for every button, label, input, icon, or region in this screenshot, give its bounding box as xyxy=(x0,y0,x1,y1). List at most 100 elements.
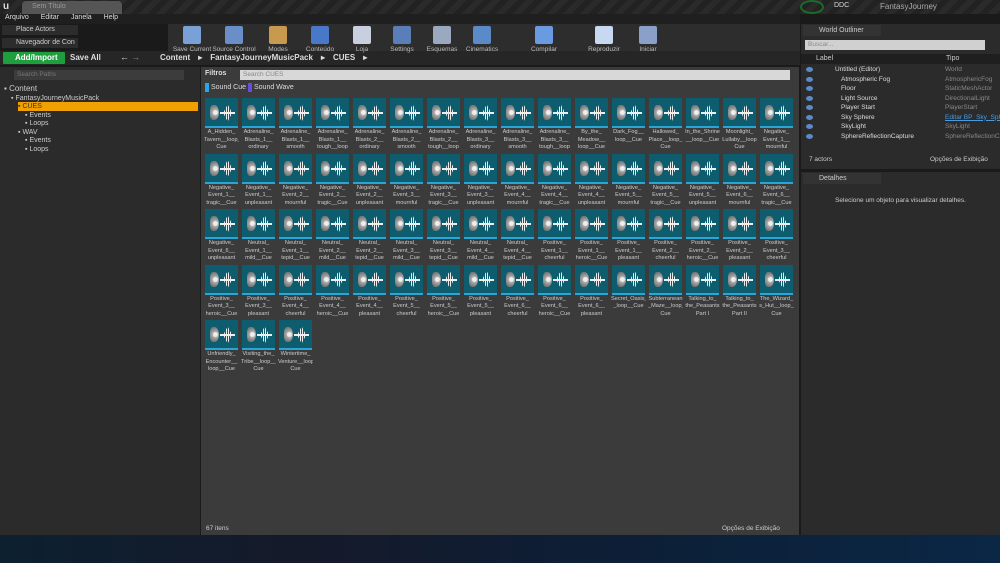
asset-tile[interactable]: Positive_ Event_4__ cheerful xyxy=(278,264,313,319)
asset-tile[interactable]: Negative_ Event_4__ unpleasant xyxy=(574,153,609,208)
filter-chip-sound-cue[interactable]: Sound Cue xyxy=(205,83,246,92)
asset-tile[interactable]: Positive_ Event_6__ pleasant xyxy=(574,264,609,319)
asset-tile[interactable]: Visiting_the_ Tribe__loop__ Cue xyxy=(241,320,276,374)
asset-tile[interactable]: Positive_ Event_3__ heroic__Cue xyxy=(204,264,239,319)
tab-details[interactable]: Detalhes xyxy=(803,173,881,184)
asset-tile[interactable]: Negative_ Event_1__ unpleasant xyxy=(241,153,276,208)
visibility-eye-icon[interactable] xyxy=(806,114,813,120)
asset-tile[interactable]: Negative_ Event_6__ unpleasant xyxy=(204,209,239,263)
view-options-button[interactable]: Opções de Exibição xyxy=(722,525,780,532)
toolbar-button-3[interactable]: Conteúdo xyxy=(298,26,342,53)
asset-tile[interactable]: Unfriendly_ Encounter__ loop__Cue xyxy=(204,320,239,374)
outliner-search-input[interactable]: Buscar... xyxy=(805,40,985,50)
asset-tile[interactable]: Talking_to_ the_Peasants Part II xyxy=(722,264,757,319)
folder-content[interactable]: ▪ Content xyxy=(4,84,37,93)
save-all-button[interactable]: Save All xyxy=(70,52,101,64)
outliner-row[interactable]: Untitled (Editor) World xyxy=(801,65,1000,74)
asset-tile[interactable]: Negative_ Event_5__ tragic__Cue xyxy=(648,153,683,208)
filter-chip-sound-wave[interactable]: Sound Wave xyxy=(248,83,294,92)
breadcrumb-content[interactable]: Content xyxy=(160,52,190,64)
ddc-button[interactable]: DDC xyxy=(834,2,849,9)
asset-tile[interactable]: Negative_ Event_1__ mournful xyxy=(759,98,794,152)
asset-tile[interactable]: By_the_ Meadow__ loop__Cue xyxy=(574,98,609,152)
asset-tile[interactable]: Negative_ Event_2__ mournful xyxy=(278,153,313,208)
search-assets-input[interactable]: Search CUES xyxy=(240,70,790,80)
visibility-eye-icon[interactable] xyxy=(806,124,813,129)
asset-tile[interactable]: Dark_Fog__ loop__Cue xyxy=(611,98,646,144)
asset-tile[interactable]: Negative_ Event_1__ tragic__Cue xyxy=(204,153,239,208)
outliner-row[interactable]: Sky SphereEditar BP_Sky_Sphere xyxy=(801,113,1000,122)
asset-tile[interactable]: Neutral_ Event_4__ mild__Cue xyxy=(463,209,498,263)
outliner-row[interactable]: Floor StaticMeshActor xyxy=(801,84,1000,93)
asset-tile[interactable]: Positive_ Event_3__ cheerful xyxy=(759,209,794,263)
asset-tile[interactable]: Positive_ Event_1__ heroic__Cue xyxy=(574,209,609,263)
visibility-eye-icon[interactable] xyxy=(806,105,813,110)
asset-tile[interactable]: Neutral_ Event_4__ tepid__Cue xyxy=(500,209,535,263)
asset-tile[interactable]: Positive_ Event_5__ cheerful xyxy=(389,264,424,319)
breadcrumb-pack[interactable]: FantasyJourneyMusicPack xyxy=(210,52,313,64)
asset-tile[interactable]: Positive_ Event_2__ heroic__Cue xyxy=(685,209,720,263)
forward-arrow-icon[interactable]: → xyxy=(131,52,140,62)
asset-tile[interactable]: Negative_ Event_2__ tragic__Cue xyxy=(315,153,350,208)
asset-tile[interactable]: Positive_ Event_1__ cheerful xyxy=(537,209,572,263)
asset-tile[interactable]: Negative_ Event_3__ unpleasant xyxy=(463,153,498,208)
outliner-view-options[interactable]: Opções de Exibição xyxy=(930,156,988,163)
toolbar-button-0[interactable]: Save Current xyxy=(170,26,214,53)
asset-tile[interactable]: Adrenaline_ Blasts_1__ ordinary xyxy=(241,98,276,152)
filters-button[interactable]: Filtros xyxy=(205,70,226,77)
outliner-row[interactable]: SkyLight SkyLight xyxy=(801,122,1000,131)
asset-tile[interactable]: Negative_ Event_3__ tragic__Cue xyxy=(426,153,461,208)
asset-tile[interactable]: Talking_to_ the_Peasants Part I xyxy=(685,264,720,319)
visibility-eye-icon[interactable] xyxy=(806,67,813,72)
toolbar-button-7[interactable]: Cinematics xyxy=(460,26,504,53)
asset-tile[interactable]: Positive_ Event_6__ heroic__Cue xyxy=(537,264,572,319)
asset-tile[interactable]: Positive_ Event_4__ heroic__Cue xyxy=(315,264,350,319)
visibility-eye-icon[interactable] xyxy=(806,76,813,82)
asset-tile[interactable]: Neutral_ Event_2__ mild__Cue xyxy=(315,209,350,263)
asset-tile[interactable]: Negative_ Event_4__ mournful xyxy=(500,153,535,208)
asset-tile[interactable]: Positive_ Event_5__ heroic__Cue xyxy=(426,264,461,319)
toolbar-button-10[interactable]: Iniciar xyxy=(626,26,670,53)
add-import-button[interactable]: Add/Import xyxy=(3,52,65,64)
asset-tile[interactable]: A_Hidden_ Tavern__loop_ Cue xyxy=(204,98,239,152)
tab-world-outliner[interactable]: World Outliner xyxy=(803,25,881,36)
asset-tile[interactable]: Secret_Oasis_ _loop__Cue xyxy=(611,264,646,311)
menu-arquivo[interactable]: Arquivo xyxy=(5,14,29,24)
column-type[interactable]: Tipo xyxy=(946,55,959,62)
asset-tile[interactable]: Moonlight_ Lullaby__loop Cue xyxy=(722,98,757,152)
back-arrow-icon[interactable]: ← xyxy=(120,52,129,62)
asset-tile[interactable]: Adrenaline_ Blasts_2__ smooth xyxy=(389,98,424,152)
asset-tile[interactable]: In_the_Shrine __loop__Cue xyxy=(685,98,720,144)
asset-tile[interactable]: Negative_ Event_5__ unpleasant xyxy=(685,153,720,208)
asset-tile[interactable]: Hallowed_ Place__loop_ Cue xyxy=(648,98,683,152)
asset-tile[interactable]: Adrenaline_ Blasts_3__ ordinary xyxy=(463,98,498,152)
outliner-row[interactable]: Light Source DirectionalLight xyxy=(801,94,1000,103)
toolbar-button-8[interactable]: Compilar xyxy=(522,26,566,53)
asset-tile[interactable]: Adrenaline_ Blasts_3__ smooth xyxy=(500,98,535,152)
asset-tile[interactable]: Subterranean _Maze__loop_ Cue xyxy=(648,264,683,319)
menu-help[interactable]: Help xyxy=(104,14,118,24)
tab-place-actors[interactable]: Place Actors xyxy=(2,25,78,35)
asset-tile[interactable]: Neutral_ Event_3__ mild__Cue xyxy=(389,209,424,263)
asset-tile[interactable]: Negative_ Event_6__ tragic__Cue xyxy=(759,153,794,208)
asset-tile[interactable]: Positive_ Event_3__ pleasant xyxy=(241,264,276,319)
asset-tile[interactable]: Positive_ Event_4__ pleasant xyxy=(352,264,387,319)
asset-tile[interactable]: Negative_ Event_3__ mournful xyxy=(389,153,424,208)
toolbar-button-4[interactable]: Loja xyxy=(340,26,384,53)
tab-content-browser[interactable]: Navegador de Con xyxy=(2,38,78,48)
visibility-eye-icon[interactable] xyxy=(806,133,813,139)
asset-tile[interactable]: Negative_ Event_4__ tragic__Cue xyxy=(537,153,572,208)
asset-tile[interactable]: Negative_ Event_2__ unpleasant xyxy=(352,153,387,208)
visibility-eye-icon[interactable] xyxy=(806,86,813,91)
asset-tile[interactable]: Neutral_ Event_3__ tepid__Cue xyxy=(426,209,461,263)
asset-tile[interactable]: Positive_ Event_2__ pleasant xyxy=(722,209,757,263)
asset-tile[interactable]: Positive_ Event_6__ cheerful xyxy=(500,264,535,319)
visibility-eye-icon[interactable] xyxy=(806,95,813,101)
asset-tile[interactable]: Neutral_ Event_2__ tepid__Cue xyxy=(352,209,387,263)
asset-tile[interactable]: Positive_ Event_2__ cheerful xyxy=(648,209,683,263)
asset-tile[interactable]: Adrenaline_ Blasts_1__ smooth xyxy=(278,98,313,152)
outliner-row[interactable]: Atmospheric Fog AtmosphericFog xyxy=(801,75,1000,84)
toolbar-button-1[interactable]: Source Control xyxy=(212,26,256,53)
asset-tile[interactable]: Adrenaline_ Blasts_1__ tough__loop xyxy=(315,98,350,152)
asset-tile[interactable]: Positive_ Event_1__ pleasant xyxy=(611,209,646,263)
